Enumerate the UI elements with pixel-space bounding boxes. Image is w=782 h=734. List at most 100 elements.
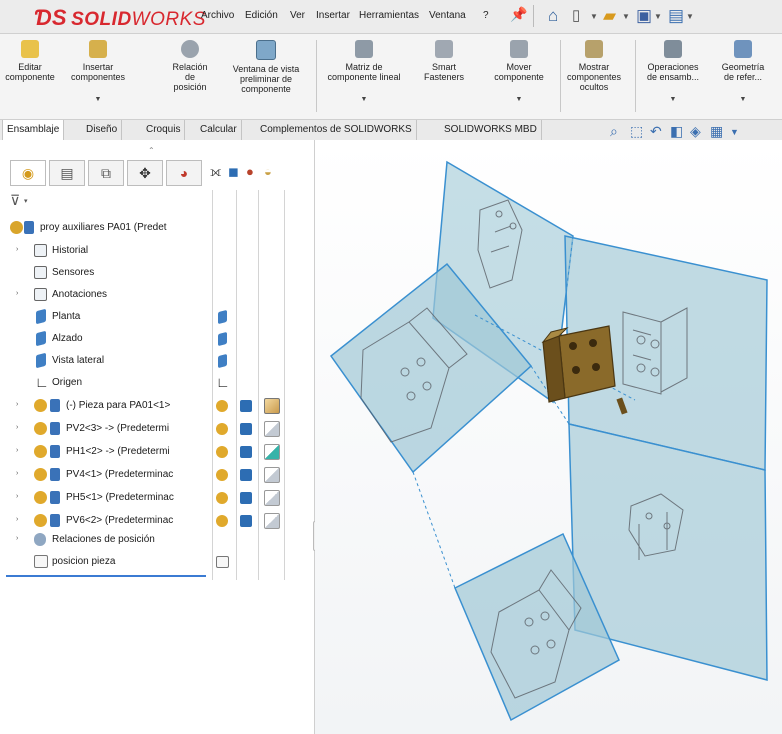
tab-diseno[interactable]: Diseño — [82, 120, 123, 140]
tree-item-ph1[interactable]: › PH1<2> -> (Predetermi — [0, 442, 310, 465]
tree-item-alzado[interactable]: Alzado — [0, 329, 310, 352]
scene-icon[interactable]: ◒ — [264, 164, 272, 179]
chevron-right-icon[interactable]: › — [16, 493, 18, 500]
menu-archivo[interactable]: Archivo — [201, 10, 234, 21]
linear-component-pattern-button[interactable]: Matriz de componente lineal ▼ — [318, 34, 410, 120]
pin-icon[interactable]: 📌 — [510, 6, 527, 23]
zoom-area-icon[interactable]: ⬚ — [630, 123, 643, 140]
move-component-button[interactable]: Mover componente ▼ — [484, 34, 554, 120]
appearance-swatch-icon[interactable] — [264, 398, 280, 414]
chevron-down-icon[interactable]: ▼ — [622, 12, 630, 21]
tab-ensamblaje[interactable]: Ensamblaje — [2, 120, 65, 140]
tree-item-pv2[interactable]: › PV2<3> -> (Predetermi — [0, 419, 310, 442]
view-orientation-icon[interactable]: ◈ — [690, 123, 701, 140]
tree-item-vista-lateral[interactable]: Vista lateral — [0, 351, 310, 374]
command-label: de — [184, 72, 195, 82]
tree-item-anotaciones[interactable]: › Anotaciones — [0, 285, 310, 308]
previous-view-icon[interactable]: ↶ — [650, 123, 662, 140]
part-state-icon — [50, 422, 60, 435]
menu-ventana[interactable]: Ventana — [429, 10, 466, 21]
tab-featuremanager[interactable]: ◉ — [10, 160, 46, 186]
chevron-right-icon[interactable]: › — [16, 516, 18, 523]
section-view-icon[interactable]: ◧ — [670, 123, 683, 140]
panel-grip-icon[interactable]: ⌃ — [148, 146, 155, 155]
tab-propertymanager[interactable]: ▤ — [49, 160, 85, 186]
menu-insertar[interactable]: Insertar — [316, 10, 350, 21]
tree-root-assembly[interactable]: proy auxiliares PA01 (Predet — [0, 218, 310, 241]
appearance-cube-icon — [240, 515, 252, 527]
chevron-right-icon[interactable]: › — [16, 535, 18, 542]
configuration-icon: ⧉ — [101, 165, 111, 181]
tree-item-pv4[interactable]: › PV4<1> (Predeterminac — [0, 465, 310, 488]
menu-ver[interactable]: Ver — [290, 10, 305, 21]
save-icon[interactable]: ▤ — [668, 6, 684, 26]
ribbon-separator — [316, 40, 317, 112]
chevron-right-icon[interactable]: › — [16, 290, 18, 297]
tree-item-origen[interactable]: ∟ Origen ∟ — [0, 373, 310, 396]
chevron-right-icon[interactable]: › — [16, 401, 18, 408]
component-preview-window-button[interactable]: Ventana de vista preliminar de component… — [220, 34, 312, 120]
annotations-icon — [34, 288, 47, 301]
print-icon[interactable]: ▣ — [636, 6, 652, 26]
tree-item-pieza-pa01[interactable]: › (-) Pieza para PA01<1> — [0, 396, 310, 419]
filter-icon[interactable]: ⊽ — [10, 192, 20, 209]
tree-item-sensores[interactable]: Sensores — [0, 263, 310, 286]
tab-dimxpert[interactable]: ✥ — [127, 160, 163, 186]
chevron-right-icon[interactable]: › — [16, 470, 18, 477]
appearance-swatch-icon[interactable] — [264, 513, 280, 529]
show-hidden-components-button[interactable]: Mostrar componentes ocultos — [563, 34, 625, 120]
reference-geometry-button[interactable]: Geometría de refer... ▼ — [710, 34, 776, 120]
assembly-features-button[interactable]: Operaciones de ensamb... ▼ — [640, 34, 706, 120]
appearance-swatch-icon[interactable] — [264, 444, 280, 460]
menu-edicion[interactable]: Edición — [245, 10, 278, 21]
new-document-icon[interactable]: ▯ — [572, 6, 580, 24]
chevron-right-icon[interactable]: › — [16, 246, 18, 253]
home-icon[interactable]: ⌂ — [548, 6, 558, 26]
tab-displaymanager[interactable]: ◕ — [166, 160, 202, 186]
chevron-down-icon[interactable]: ▼ — [654, 12, 662, 21]
zoom-to-fit-icon[interactable]: ⌕ — [610, 123, 618, 140]
tab-croquis[interactable]: Croquis — [142, 120, 186, 140]
chevron-down-icon[interactable]: ▼ — [686, 12, 694, 21]
chevron-down-icon[interactable]: ▼ — [730, 127, 739, 137]
appearance-swatch-icon[interactable] — [264, 490, 280, 506]
featuremanager-icon: ◉ — [21, 165, 35, 181]
smart-fasteners-button[interactable]: Smart Fasteners — [420, 34, 468, 120]
tab-calcular[interactable]: Calcular — [196, 120, 242, 140]
graphics-area[interactable] — [315, 140, 782, 734]
tab-complementos[interactable]: Complementos de SOLIDWORKS — [256, 120, 417, 140]
appearance-sphere-icon[interactable]: ● — [246, 164, 254, 179]
appearance-swatch-icon[interactable] — [264, 467, 280, 483]
menu-help[interactable]: ? — [483, 10, 489, 21]
hide-show-tree-icon[interactable]: ⟗ — [210, 164, 221, 180]
chevron-down-icon[interactable]: ▼ — [318, 95, 410, 105]
solidworks-logo[interactable]: ƊS SOLIDWORKS — [34, 5, 206, 31]
mate-button[interactable]: Relación de posición — [162, 34, 218, 120]
chevron-right-icon[interactable]: › — [16, 447, 18, 454]
chevron-down-icon[interactable]: ▾ — [24, 197, 28, 205]
open-folder-icon[interactable]: ▰ — [603, 6, 616, 26]
smart-fasteners-icon — [435, 40, 453, 58]
chevron-down-icon[interactable]: ▼ — [590, 12, 598, 21]
chevron-down-icon[interactable]: ▼ — [710, 95, 776, 105]
tree-item-planta[interactable]: Planta — [0, 307, 310, 330]
insert-components-button[interactable]: Insertar componentes ▼ — [64, 34, 132, 120]
appearance-cube-icon[interactable]: ◼ — [228, 164, 239, 180]
chevron-right-icon[interactable]: › — [16, 424, 18, 431]
command-label: Geometría — [721, 62, 765, 72]
tree-item-ph5[interactable]: › PH5<1> (Predeterminac — [0, 488, 310, 511]
part-state-icon — [50, 468, 60, 481]
menu-herramientas[interactable]: Herramientas — [359, 10, 419, 21]
tree-item-relaciones[interactable]: › Relaciones de posición — [0, 530, 310, 553]
edit-component-button[interactable]: Editar componente — [4, 34, 56, 120]
display-style-icon[interactable]: ▦ — [710, 123, 723, 140]
tab-configurationmanager[interactable]: ⧉ — [88, 160, 124, 186]
chevron-down-icon[interactable]: ▼ — [64, 95, 132, 105]
tree-item-historial[interactable]: › Historial — [0, 241, 310, 264]
tree-item-label: Anotaciones — [52, 289, 108, 300]
chevron-down-icon[interactable]: ▼ — [640, 95, 706, 105]
appearance-swatch-icon[interactable] — [264, 421, 280, 437]
tab-solidworks-mbd[interactable]: SOLIDWORKS MBD — [440, 120, 542, 140]
chevron-down-icon[interactable]: ▼ — [484, 95, 554, 105]
tree-item-posicion-pieza[interactable]: posicion pieza — [0, 552, 310, 575]
